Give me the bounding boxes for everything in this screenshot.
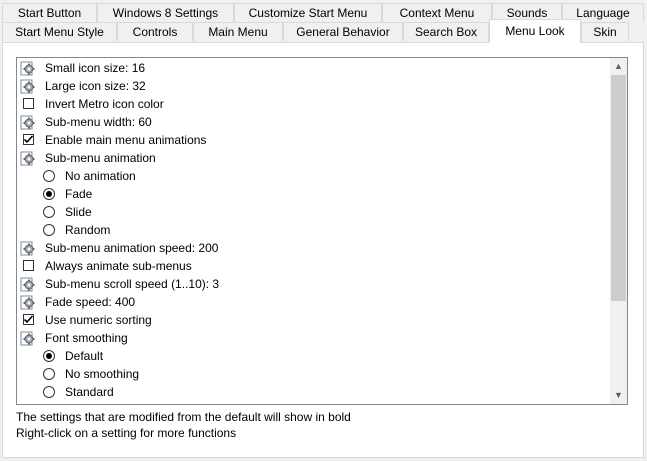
setting-label: Sub-menu animation	[45, 151, 156, 165]
checkbox[interactable]	[23, 314, 34, 325]
gear-settings-icon	[20, 114, 36, 130]
tab-row-bottom: Start Menu Style Controls Main Menu Gene…	[0, 19, 647, 43]
tab-main-menu[interactable]: Main Menu	[193, 22, 283, 41]
setting-label: No animation	[65, 169, 136, 183]
radio-selected-dot	[46, 353, 52, 359]
gear-settings-icon	[20, 330, 36, 346]
gear-settings-icon	[20, 150, 36, 166]
setting-large-icon-size[interactable]: Large icon size: 32	[20, 77, 590, 95]
setting-fade-speed[interactable]: Fade speed: 400	[20, 293, 590, 311]
vertical-scrollbar[interactable]: ▲ ▼	[610, 58, 627, 404]
setting-label: Fade speed: 400	[45, 295, 136, 309]
setting-label: Enable main menu animations	[45, 133, 207, 147]
tab-start-menu-style[interactable]: Start Menu Style	[2, 22, 117, 41]
tab-menu-look[interactable]: Menu Look	[489, 19, 581, 43]
tab-start-button[interactable]: Start Button	[2, 3, 97, 22]
info-text-right-click-hint: Right-click on a setting for more functi…	[16, 426, 237, 440]
option-default[interactable]: Default	[40, 347, 590, 365]
setting-invert-metro-icon-color[interactable]: Invert Metro icon color	[20, 95, 590, 113]
radio-button[interactable]	[43, 224, 55, 236]
setting-label: Fade	[65, 187, 93, 201]
tab-skin[interactable]: Skin	[581, 22, 629, 41]
option-no-animation[interactable]: No animation	[40, 167, 590, 185]
option-slide[interactable]: Slide	[40, 203, 590, 221]
gear-settings-icon	[20, 60, 36, 76]
radio-button[interactable]	[43, 386, 55, 398]
setting-always-animate-sub-menus[interactable]: Always animate sub-menus	[20, 257, 590, 275]
setting-label: No smoothing	[65, 367, 140, 381]
setting-use-numeric-sorting[interactable]: Use numeric sorting	[20, 311, 590, 329]
checkbox[interactable]	[23, 98, 34, 109]
setting-sub-menu-scroll-speed[interactable]: Sub-menu scroll speed (1..10): 3	[20, 275, 590, 293]
setting-label: Use numeric sorting	[45, 313, 152, 327]
tab-controls[interactable]: Controls	[117, 22, 193, 41]
chevron-down-icon[interactable]: ▼	[610, 387, 627, 404]
radio-selected-dot	[46, 191, 52, 197]
setting-label: Large icon size: 32	[45, 79, 146, 93]
checkbox[interactable]	[23, 260, 34, 271]
radio-button[interactable]	[43, 368, 55, 380]
setting-label: Standard	[65, 385, 114, 399]
setting-sub-menu-animation[interactable]: Sub-menu animation	[20, 149, 590, 167]
tab-context-menu[interactable]: Context Menu	[382, 3, 492, 22]
checkbox[interactable]	[23, 134, 34, 145]
setting-label: Invert Metro icon color	[45, 97, 164, 111]
radio-button[interactable]	[43, 170, 55, 182]
setting-label: Random	[65, 223, 111, 237]
scrollbar-thumb[interactable]	[611, 75, 626, 301]
setting-font-smoothing[interactable]: Font smoothing	[20, 329, 590, 347]
settings-list[interactable]: Standard No smoothing Default Font smoothin…	[16, 57, 628, 405]
chevron-up-icon[interactable]: ▲	[610, 58, 627, 75]
tab-search-box[interactable]: Search Box	[403, 22, 489, 41]
setting-label: Sub-menu scroll speed (1..10): 3	[45, 277, 220, 291]
info-text-bold-hint: The settings that are modified from the …	[16, 410, 351, 424]
setting-label: Always animate sub-menus	[45, 259, 192, 273]
gear-settings-icon	[20, 240, 36, 256]
gear-settings-icon	[20, 78, 36, 94]
setting-label: Slide	[65, 205, 92, 219]
setting-label: Sub-menu animation speed: 200	[45, 241, 219, 255]
setting-small-icon-size[interactable]: Small icon size: 16	[20, 59, 590, 77]
setting-enable-main-menu-animations[interactable]: Enable main menu animations	[20, 131, 590, 149]
radio-button[interactable]	[43, 188, 55, 200]
setting-label: Font smoothing	[45, 331, 128, 345]
tab-general-behavior[interactable]: General Behavior	[283, 22, 403, 41]
setting-label: Sub-menu width: 60	[45, 115, 152, 129]
setting-label: Small icon size: 16	[45, 61, 146, 75]
setting-sub-menu-animation-speed[interactable]: Sub-menu animation speed: 200	[20, 239, 590, 257]
option-no-smoothing[interactable]: No smoothing	[40, 365, 590, 383]
option-standard[interactable]: Standard	[40, 383, 590, 401]
tab-customize-start-menu[interactable]: Customize Start Menu	[234, 3, 382, 22]
option-fade[interactable]: Fade	[40, 185, 590, 203]
tab-windows-8-settings[interactable]: Windows 8 Settings	[97, 3, 234, 22]
setting-sub-menu-width[interactable]: Sub-menu width: 60	[20, 113, 590, 131]
option-random[interactable]: Random	[40, 221, 590, 239]
setting-label: Default	[65, 349, 104, 363]
radio-button[interactable]	[43, 206, 55, 218]
gear-settings-icon	[20, 276, 36, 292]
radio-button[interactable]	[43, 350, 55, 362]
gear-settings-icon	[20, 294, 36, 310]
